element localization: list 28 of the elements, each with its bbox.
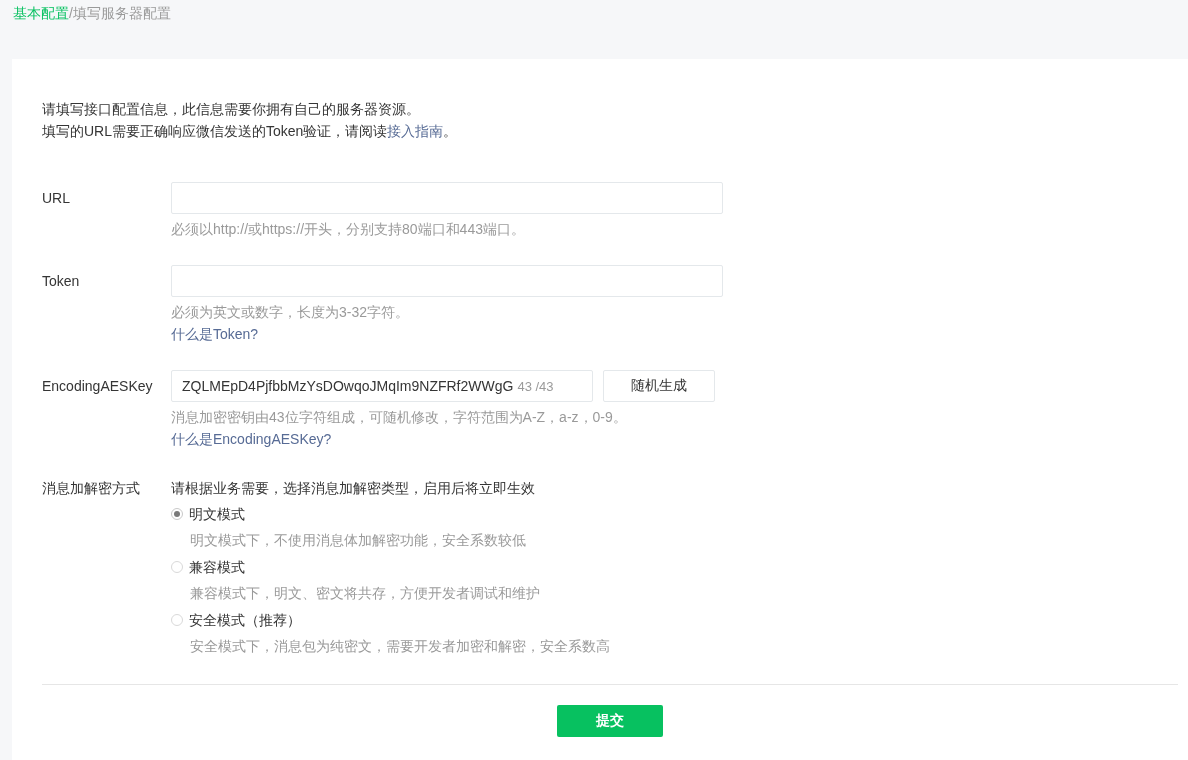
- guide-link[interactable]: 接入指南: [387, 123, 444, 139]
- help-link[interactable]: 什么是Token?: [171, 323, 259, 345]
- input-field[interactable]: [171, 265, 723, 297]
- field-label: EncodingAESKey: [42, 377, 154, 396]
- radio-label[interactable]: 兼容模式: [189, 554, 245, 580]
- field-hint: 必须为英文或数字，长度为3-32字符。: [171, 303, 410, 322]
- intro-text: 填写的URL需要正确响应微信发送的Token验证，请阅读接入指南。: [42, 122, 459, 141]
- instruction-text: 请根据业务需要，选择消息加解密类型，启用后将立即生效: [171, 479, 535, 498]
- radio-button[interactable]: [171, 561, 183, 573]
- key-input-field[interactable]: ZQLMEpD4PjfbbMzYsDOwqoJMqIm9NZFRf2WWgG 43 /43: [171, 370, 593, 402]
- breadcrumb-current: 填写服务器配置: [72, 5, 171, 21]
- option-description: 明文模式下，不使用消息体加解密功能，安全系数较低: [189, 531, 526, 550]
- field-label: 消息加解密方式: [42, 479, 141, 498]
- input-field[interactable]: [171, 182, 723, 214]
- option-description: 兼容模式下，明文、密文将共存，方便开发者调试和维护: [189, 584, 540, 603]
- breadcrumb-separator: /: [69, 5, 73, 21]
- field-label: URL: [42, 189, 71, 208]
- field-hint: 必须以http://或https://开头，分别支持80端口和443端口。: [171, 220, 525, 239]
- radio-label[interactable]: 安全模式（推荐）: [189, 607, 301, 633]
- option-description: 安全模式下，消息包为纯密文，需要开发者加密和解密，安全系数高: [189, 637, 610, 656]
- generate-button[interactable]: 随机生成: [603, 370, 715, 402]
- radio-button[interactable]: [171, 614, 183, 626]
- field-label: Token: [42, 272, 81, 291]
- field-hint: 消息加密密钥由43位字符组成，可随机修改，字符范围为A-Z，a-z，0-9。: [171, 408, 627, 427]
- help-link[interactable]: 什么是EncodingAESKey?: [171, 428, 332, 450]
- radio-label[interactable]: 明文模式: [189, 501, 245, 527]
- intro-text: 请填写接口配置信息，此信息需要你拥有自己的服务器资源。: [42, 100, 421, 119]
- radio-button[interactable]: [171, 508, 183, 520]
